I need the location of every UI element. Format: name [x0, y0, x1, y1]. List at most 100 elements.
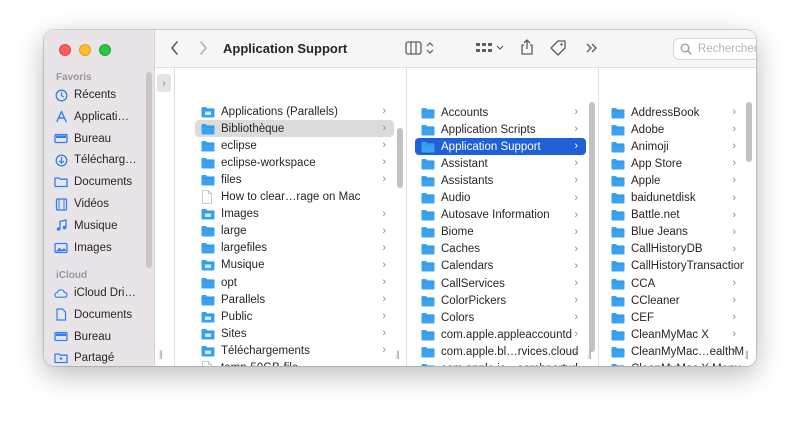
- folder-row[interactable]: baidunetdisk ›: [605, 190, 744, 207]
- folder-row[interactable]: Colors ›: [415, 309, 586, 326]
- sidebar-item[interactable]: Partagé: [54, 348, 146, 366]
- sidebar-item[interactable]: Bureau: [54, 327, 146, 347]
- folder-row[interactable]: Parallels ›: [195, 291, 394, 308]
- sidebar-scrollbar[interactable]: [146, 72, 152, 268]
- column-scrollbar[interactable]: [397, 128, 403, 188]
- column-scrollbar[interactable]: [589, 102, 595, 352]
- folder-row[interactable]: Accounts ›: [415, 104, 586, 121]
- folder-row[interactable]: ColorPickers ›: [415, 292, 586, 309]
- sidebar-item[interactable]: Vidéos: [54, 194, 146, 214]
- chevron-right-icon: ›: [382, 122, 386, 135]
- folder-row[interactable]: Assistant ›: [415, 155, 586, 172]
- folder-row[interactable]: CallHistoryDB ›: [605, 241, 744, 258]
- tags-button[interactable]: [549, 39, 567, 57]
- item-name: large: [221, 225, 247, 238]
- folder-row[interactable]: Téléchargements ›: [195, 342, 394, 359]
- document-icon: [54, 308, 68, 322]
- folder-icon: [611, 124, 625, 136]
- folder-row[interactable]: CEF ›: [605, 309, 744, 326]
- folder-row[interactable]: large ›: [195, 223, 394, 240]
- folder-icon: [611, 295, 625, 307]
- share-button[interactable]: [519, 38, 535, 56]
- folder-row[interactable]: CCleaner ›: [605, 292, 744, 309]
- folder-row[interactable]: Images ›: [195, 206, 394, 223]
- folder-row[interactable]: Animoji ›: [605, 138, 744, 155]
- folder-row[interactable]: CleanMyMac…ealthMonitor›: [605, 343, 744, 360]
- item-name: Adobe: [631, 123, 665, 136]
- sidebar-item[interactable]: iCloud Dri…: [54, 283, 146, 303]
- folder-row[interactable]: Public ›: [195, 308, 394, 325]
- folder-row[interactable]: App Store ›: [605, 155, 744, 172]
- minimize-button[interactable]: [79, 44, 91, 56]
- folder-row[interactable]: Application Scripts ›: [415, 121, 586, 138]
- sidebar-item[interactable]: Bureau: [54, 129, 146, 149]
- folder-row[interactable]: CallHistoryTransactions ›: [605, 258, 744, 275]
- folder-row[interactable]: com.apple.bl…rvices.cloud ›: [415, 343, 586, 360]
- folder-icon: [611, 346, 625, 358]
- folder-icon: [201, 259, 215, 271]
- sidebar-item[interactable]: Applicati…: [54, 107, 146, 127]
- file-row[interactable]: temp-50GB-file: [195, 360, 394, 366]
- expand-column-button[interactable]: ›: [157, 74, 171, 92]
- folder-row[interactable]: com.apple.appleaccountd ›: [415, 326, 586, 343]
- sidebar-item-label: iCloud Dri…: [74, 287, 136, 299]
- folder-row[interactable]: Biome ›: [415, 224, 586, 241]
- folder-row[interactable]: Sites ›: [195, 325, 394, 342]
- folder-row[interactable]: eclipse-workspace ›: [195, 154, 394, 171]
- folder-row[interactable]: Applications (Parallels) ›: [195, 103, 394, 120]
- zoom-button[interactable]: [99, 44, 111, 56]
- folder-row[interactable]: Adobe ›: [605, 121, 744, 138]
- forward-button[interactable]: [197, 40, 209, 56]
- folder-row[interactable]: files ›: [195, 171, 394, 188]
- sidebar-item-label: Applicati…: [74, 110, 129, 123]
- sidebar-heading-favorites: Favoris: [56, 72, 92, 83]
- column-resize-handle[interactable]: ||: [159, 349, 163, 359]
- folder-row[interactable]: AddressBook ›: [605, 104, 744, 121]
- folder-row[interactable]: CallServices ›: [415, 275, 586, 292]
- folder-icon: [421, 107, 435, 118]
- folder-row[interactable]: CleanMyMac X ›: [605, 326, 744, 343]
- folder-icon: [421, 244, 435, 255]
- column-resize-handle[interactable]: ||: [396, 349, 400, 359]
- item-name: eclipse: [221, 139, 257, 152]
- folder-row[interactable]: Autosave Information ›: [415, 207, 586, 224]
- folder-row[interactable]: Calendars ›: [415, 258, 586, 275]
- folder-row[interactable]: largefiles ›: [195, 240, 394, 257]
- sidebar-item[interactable]: Récents: [54, 85, 146, 105]
- sidebar-item[interactable]: Images: [54, 238, 146, 258]
- folder-row[interactable]: Assistants ›: [415, 172, 586, 189]
- folder-row[interactable]: CleanMyMac X Menu›: [605, 361, 744, 366]
- folder-row[interactable]: Bibliothèque ›: [195, 120, 394, 138]
- sidebar-item[interactable]: Documents: [54, 172, 146, 192]
- folder-row[interactable]: Battle.net ›: [605, 207, 744, 224]
- chevron-right-icon: ›: [382, 258, 386, 271]
- item-name: Autosave Information: [441, 209, 550, 222]
- back-button[interactable]: [169, 40, 181, 56]
- file-row[interactable]: How to clear…rage on Mac: [195, 189, 394, 206]
- sidebar-item[interactable]: Télécharg…: [54, 150, 146, 170]
- folder-row[interactable]: Caches ›: [415, 241, 586, 258]
- search-input[interactable]: [698, 43, 756, 55]
- column-resize-handle[interactable]: ||: [745, 349, 749, 359]
- group-button[interactable]: [475, 40, 507, 56]
- folder-icon: [421, 192, 435, 204]
- folder-icon: [201, 123, 215, 135]
- search-field[interactable]: [673, 38, 756, 60]
- folder-row[interactable]: com.apple.ic…earchpartyd›: [415, 361, 586, 366]
- folder-row[interactable]: eclipse ›: [195, 137, 394, 154]
- folder-row[interactable]: CCA ›: [605, 275, 744, 292]
- sidebar-item[interactable]: Musique: [54, 216, 146, 236]
- close-button[interactable]: [59, 44, 71, 56]
- column-resize-handle[interactable]: ||: [588, 349, 592, 359]
- more-toolbar-button[interactable]: [585, 40, 599, 56]
- folder-row[interactable]: Application Support ›: [415, 138, 586, 156]
- folder-row[interactable]: opt ›: [195, 274, 394, 291]
- folder-row[interactable]: Audio ›: [415, 190, 586, 207]
- column-scrollbar[interactable]: [746, 102, 752, 162]
- view-mode-button[interactable]: [405, 40, 437, 56]
- folder-row[interactable]: Blue Jeans ›: [605, 224, 744, 241]
- folder-row[interactable]: Apple ›: [605, 172, 744, 189]
- folder-row[interactable]: Musique ›: [195, 257, 394, 274]
- sidebar-item[interactable]: Documents: [54, 305, 146, 325]
- item-name: CCA: [631, 277, 656, 290]
